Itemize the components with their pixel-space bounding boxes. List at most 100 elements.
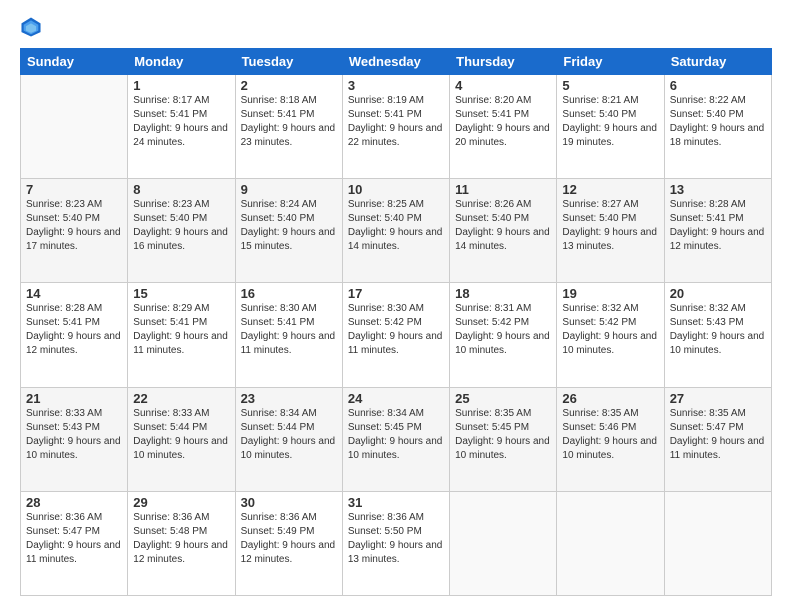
cell-daylight: Daylight: 9 hours and 14 minutes. — [455, 226, 551, 254]
cell-daylight: Daylight: 9 hours and 16 minutes. — [133, 226, 229, 254]
cell-sunrise: Sunrise: 8:26 AM — [455, 198, 551, 212]
cell-info: Sunrise: 8:36 AM Sunset: 5:50 PM Dayligh… — [348, 511, 444, 567]
cell-daylight: Daylight: 9 hours and 13 minutes. — [562, 226, 658, 254]
calendar-cell — [557, 491, 664, 595]
cell-daylight: Daylight: 9 hours and 13 minutes. — [348, 539, 444, 567]
cell-info: Sunrise: 8:33 AM Sunset: 5:44 PM Dayligh… — [133, 407, 229, 463]
cell-sunrise: Sunrise: 8:28 AM — [26, 302, 122, 316]
cell-date: 19 — [562, 286, 658, 301]
cell-daylight: Daylight: 9 hours and 12 minutes. — [670, 226, 766, 254]
calendar-cell: 26 Sunrise: 8:35 AM Sunset: 5:46 PM Dayl… — [557, 387, 664, 491]
cell-sunrise: Sunrise: 8:23 AM — [133, 198, 229, 212]
week-row-2: 14 Sunrise: 8:28 AM Sunset: 5:41 PM Dayl… — [21, 283, 772, 387]
cell-sunrise: Sunrise: 8:34 AM — [348, 407, 444, 421]
cell-sunset: Sunset: 5:42 PM — [562, 316, 658, 330]
calendar-cell: 14 Sunrise: 8:28 AM Sunset: 5:41 PM Dayl… — [21, 283, 128, 387]
cell-info: Sunrise: 8:36 AM Sunset: 5:49 PM Dayligh… — [241, 511, 337, 567]
cell-daylight: Daylight: 9 hours and 12 minutes. — [26, 330, 122, 358]
cell-sunrise: Sunrise: 8:36 AM — [26, 511, 122, 525]
cell-info: Sunrise: 8:17 AM Sunset: 5:41 PM Dayligh… — [133, 94, 229, 150]
cell-sunset: Sunset: 5:42 PM — [455, 316, 551, 330]
cell-daylight: Daylight: 9 hours and 11 minutes. — [670, 435, 766, 463]
cell-sunrise: Sunrise: 8:35 AM — [455, 407, 551, 421]
calendar-cell — [450, 491, 557, 595]
cell-date: 9 — [241, 182, 337, 197]
calendar-cell: 22 Sunrise: 8:33 AM Sunset: 5:44 PM Dayl… — [128, 387, 235, 491]
cell-sunrise: Sunrise: 8:22 AM — [670, 94, 766, 108]
cell-sunset: Sunset: 5:48 PM — [133, 525, 229, 539]
calendar-cell: 21 Sunrise: 8:33 AM Sunset: 5:43 PM Dayl… — [21, 387, 128, 491]
weekday-header-friday: Friday — [557, 49, 664, 75]
cell-info: Sunrise: 8:31 AM Sunset: 5:42 PM Dayligh… — [455, 302, 551, 358]
cell-sunrise: Sunrise: 8:24 AM — [241, 198, 337, 212]
calendar-cell: 31 Sunrise: 8:36 AM Sunset: 5:50 PM Dayl… — [342, 491, 449, 595]
logo-icon — [20, 16, 42, 38]
header — [20, 16, 772, 38]
cell-info: Sunrise: 8:29 AM Sunset: 5:41 PM Dayligh… — [133, 302, 229, 358]
cell-sunset: Sunset: 5:43 PM — [26, 421, 122, 435]
cell-sunset: Sunset: 5:45 PM — [455, 421, 551, 435]
cell-info: Sunrise: 8:22 AM Sunset: 5:40 PM Dayligh… — [670, 94, 766, 150]
cell-daylight: Daylight: 9 hours and 24 minutes. — [133, 122, 229, 150]
cell-daylight: Daylight: 9 hours and 15 minutes. — [241, 226, 337, 254]
cell-sunset: Sunset: 5:40 PM — [133, 212, 229, 226]
cell-sunset: Sunset: 5:40 PM — [670, 108, 766, 122]
calendar-cell — [664, 491, 771, 595]
cell-date: 22 — [133, 391, 229, 406]
cell-info: Sunrise: 8:23 AM Sunset: 5:40 PM Dayligh… — [133, 198, 229, 254]
weekday-header-tuesday: Tuesday — [235, 49, 342, 75]
cell-info: Sunrise: 8:25 AM Sunset: 5:40 PM Dayligh… — [348, 198, 444, 254]
calendar-cell: 9 Sunrise: 8:24 AM Sunset: 5:40 PM Dayli… — [235, 179, 342, 283]
cell-sunset: Sunset: 5:41 PM — [133, 108, 229, 122]
cell-sunrise: Sunrise: 8:28 AM — [670, 198, 766, 212]
cell-daylight: Daylight: 9 hours and 10 minutes. — [348, 435, 444, 463]
cell-sunset: Sunset: 5:42 PM — [348, 316, 444, 330]
calendar-cell: 11 Sunrise: 8:26 AM Sunset: 5:40 PM Dayl… — [450, 179, 557, 283]
calendar-cell: 4 Sunrise: 8:20 AM Sunset: 5:41 PM Dayli… — [450, 75, 557, 179]
cell-sunset: Sunset: 5:40 PM — [562, 212, 658, 226]
cell-daylight: Daylight: 9 hours and 10 minutes. — [241, 435, 337, 463]
calendar-cell: 28 Sunrise: 8:36 AM Sunset: 5:47 PM Dayl… — [21, 491, 128, 595]
calendar-cell — [21, 75, 128, 179]
cell-daylight: Daylight: 9 hours and 10 minutes. — [670, 330, 766, 358]
cell-date: 18 — [455, 286, 551, 301]
calendar-cell: 1 Sunrise: 8:17 AM Sunset: 5:41 PM Dayli… — [128, 75, 235, 179]
cell-info: Sunrise: 8:33 AM Sunset: 5:43 PM Dayligh… — [26, 407, 122, 463]
cell-info: Sunrise: 8:27 AM Sunset: 5:40 PM Dayligh… — [562, 198, 658, 254]
cell-sunrise: Sunrise: 8:29 AM — [133, 302, 229, 316]
cell-date: 3 — [348, 78, 444, 93]
calendar-cell: 17 Sunrise: 8:30 AM Sunset: 5:42 PM Dayl… — [342, 283, 449, 387]
cell-daylight: Daylight: 9 hours and 18 minutes. — [670, 122, 766, 150]
cell-date: 15 — [133, 286, 229, 301]
cell-date: 16 — [241, 286, 337, 301]
logo — [20, 16, 46, 38]
cell-sunrise: Sunrise: 8:25 AM — [348, 198, 444, 212]
calendar-cell: 19 Sunrise: 8:32 AM Sunset: 5:42 PM Dayl… — [557, 283, 664, 387]
cell-date: 8 — [133, 182, 229, 197]
cell-date: 12 — [562, 182, 658, 197]
cell-info: Sunrise: 8:26 AM Sunset: 5:40 PM Dayligh… — [455, 198, 551, 254]
week-row-0: 1 Sunrise: 8:17 AM Sunset: 5:41 PM Dayli… — [21, 75, 772, 179]
cell-daylight: Daylight: 9 hours and 10 minutes. — [133, 435, 229, 463]
cell-info: Sunrise: 8:35 AM Sunset: 5:45 PM Dayligh… — [455, 407, 551, 463]
calendar-cell: 18 Sunrise: 8:31 AM Sunset: 5:42 PM Dayl… — [450, 283, 557, 387]
cell-sunrise: Sunrise: 8:27 AM — [562, 198, 658, 212]
cell-date: 4 — [455, 78, 551, 93]
cell-sunset: Sunset: 5:43 PM — [670, 316, 766, 330]
calendar-cell: 3 Sunrise: 8:19 AM Sunset: 5:41 PM Dayli… — [342, 75, 449, 179]
cell-daylight: Daylight: 9 hours and 10 minutes. — [455, 330, 551, 358]
cell-sunrise: Sunrise: 8:34 AM — [241, 407, 337, 421]
cell-sunset: Sunset: 5:49 PM — [241, 525, 337, 539]
weekday-header-row: SundayMondayTuesdayWednesdayThursdayFrid… — [21, 49, 772, 75]
cell-sunrise: Sunrise: 8:23 AM — [26, 198, 122, 212]
cell-date: 14 — [26, 286, 122, 301]
calendar-cell: 12 Sunrise: 8:27 AM Sunset: 5:40 PM Dayl… — [557, 179, 664, 283]
cell-date: 11 — [455, 182, 551, 197]
cell-sunset: Sunset: 5:41 PM — [26, 316, 122, 330]
cell-sunrise: Sunrise: 8:17 AM — [133, 94, 229, 108]
cell-sunrise: Sunrise: 8:35 AM — [670, 407, 766, 421]
cell-sunrise: Sunrise: 8:31 AM — [455, 302, 551, 316]
cell-sunrise: Sunrise: 8:21 AM — [562, 94, 658, 108]
cell-date: 27 — [670, 391, 766, 406]
weekday-header-sunday: Sunday — [21, 49, 128, 75]
